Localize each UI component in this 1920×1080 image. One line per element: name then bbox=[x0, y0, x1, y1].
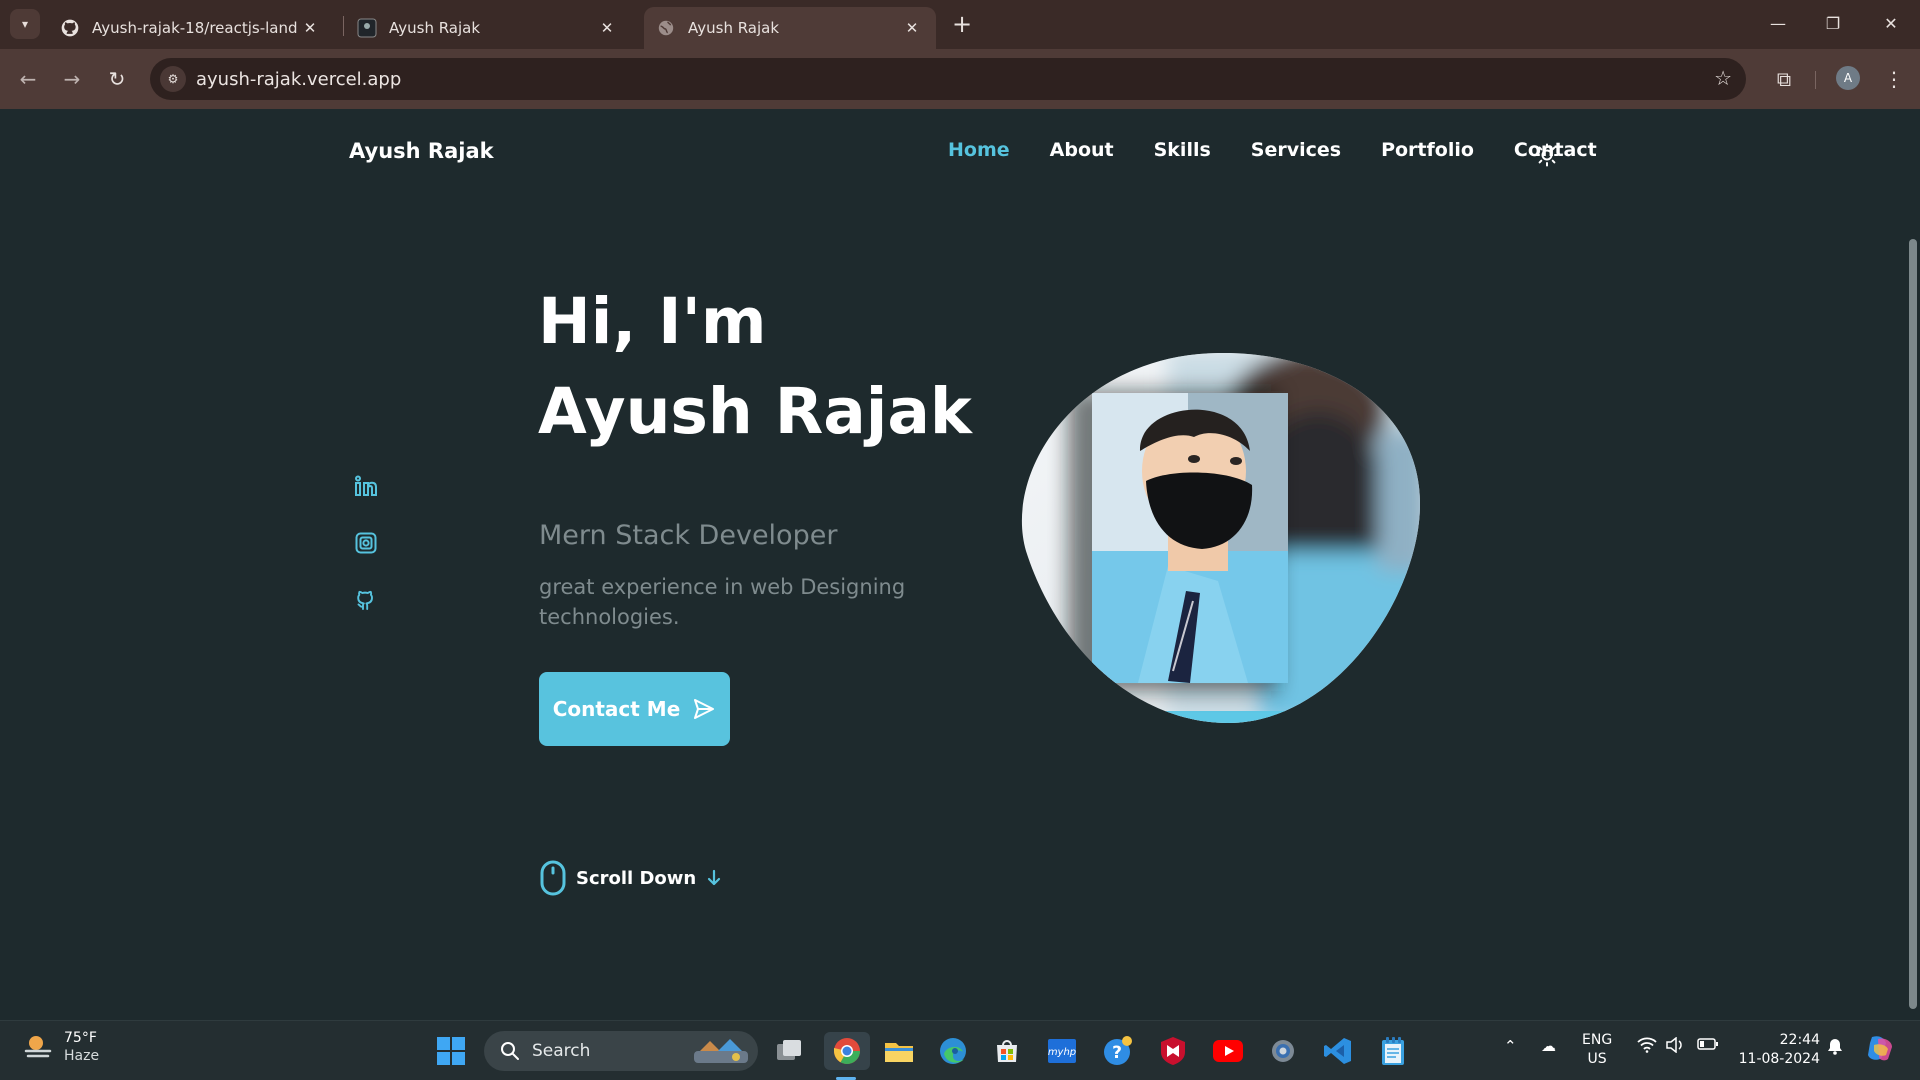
scroll-down-label: Scroll Down bbox=[576, 867, 697, 889]
clock-date: 11-08-2024 bbox=[1738, 1051, 1820, 1067]
tab-search-dropdown-icon[interactable]: ▾ bbox=[10, 9, 40, 39]
tab-title: Ayush Rajak bbox=[688, 19, 780, 37]
mcafee-icon[interactable] bbox=[1154, 1032, 1192, 1070]
tab-github-repo[interactable]: Ayush-rajak-18/reactjs-landing ✕ bbox=[48, 7, 334, 49]
contact-me-label: Contact Me bbox=[552, 697, 681, 721]
nav-home[interactable]: Home bbox=[948, 139, 1010, 161]
notepad-icon[interactable] bbox=[1374, 1032, 1412, 1070]
toolbar-divider bbox=[1815, 71, 1816, 89]
profile-photo-blob bbox=[1021, 352, 1420, 723]
vscode-icon[interactable] bbox=[1319, 1032, 1357, 1070]
site-settings-icon[interactable]: ⚙ bbox=[160, 66, 186, 92]
svg-text:?: ? bbox=[1112, 1043, 1122, 1063]
profile-avatar[interactable]: A bbox=[1836, 66, 1860, 90]
system-clock[interactable]: 22:44 11-08-2024 bbox=[1734, 1031, 1820, 1069]
site-logo[interactable]: Ayush Rajak bbox=[349, 139, 494, 163]
reload-icon[interactable]: ↻ bbox=[101, 63, 133, 95]
search-label: Search bbox=[532, 1041, 591, 1061]
menu-kebab-icon[interactable]: ⋮ bbox=[1880, 63, 1908, 95]
bookmark-star-icon[interactable]: ☆ bbox=[1714, 66, 1732, 90]
tab-ayush-rajak-1[interactable]: Ayush Rajak ✕ bbox=[345, 7, 631, 49]
new-tab-plus-icon[interactable]: + bbox=[947, 9, 977, 39]
myhp-icon[interactable]: myhp bbox=[1043, 1032, 1081, 1070]
linkedin-icon[interactable] bbox=[354, 474, 378, 498]
notification-bell-icon[interactable] bbox=[1826, 1037, 1844, 1059]
url-text[interactable]: ayush-rajak.vercel.app bbox=[196, 69, 401, 90]
close-window-icon[interactable]: ✕ bbox=[1871, 9, 1911, 39]
scrollbar-thumb[interactable] bbox=[1909, 239, 1917, 1009]
tab-close-icon[interactable]: ✕ bbox=[900, 19, 924, 37]
language-indicator[interactable]: ENG US bbox=[1582, 1031, 1612, 1069]
wifi-icon[interactable] bbox=[1637, 1037, 1657, 1057]
task-view-icon[interactable] bbox=[770, 1032, 808, 1070]
nav-portfolio[interactable]: Portfolio bbox=[1381, 139, 1474, 161]
language-code: ENG bbox=[1582, 1032, 1613, 1048]
social-links bbox=[354, 474, 378, 645]
back-arrow-icon[interactable]: ← bbox=[12, 63, 44, 95]
github-icon bbox=[60, 18, 80, 38]
webpage-viewport: Ayush Rajak Home About Skills Services P… bbox=[0, 109, 1906, 1020]
instagram-icon[interactable] bbox=[354, 531, 378, 555]
chrome-taskbar-icon[interactable] bbox=[824, 1032, 870, 1070]
weather-temperature: 75°F bbox=[64, 1030, 97, 1046]
youtube-icon[interactable] bbox=[1209, 1032, 1247, 1070]
file-explorer-icon[interactable] bbox=[880, 1032, 918, 1070]
tab-divider bbox=[343, 16, 344, 36]
weather-widget[interactable]: 75°F Haze bbox=[22, 1029, 99, 1065]
tab-close-icon[interactable]: ✕ bbox=[298, 19, 322, 37]
battery-icon[interactable] bbox=[1697, 1037, 1719, 1055]
region-code: US bbox=[1587, 1051, 1607, 1067]
restore-icon[interactable]: ❐ bbox=[1813, 9, 1853, 39]
copilot-icon[interactable] bbox=[1864, 1033, 1896, 1067]
search-icon bbox=[501, 1042, 519, 1060]
nav-about[interactable]: About bbox=[1050, 139, 1114, 161]
get-help-icon[interactable]: ? bbox=[1099, 1032, 1137, 1070]
tab-ayush-rajak-active[interactable]: Ayush Rajak ✕ bbox=[644, 7, 936, 49]
browser-toolbar: ← → ↻ ⚙ ayush-rajak.vercel.app ☆ ⧉ ⋮ bbox=[0, 49, 1920, 109]
show-hidden-icons-chevron-icon[interactable]: ⌃ bbox=[1504, 1037, 1517, 1055]
arrow-down-icon bbox=[708, 869, 721, 886]
hero-description: great experience in web Designing techno… bbox=[539, 575, 906, 629]
mouse-icon bbox=[540, 860, 566, 896]
send-icon bbox=[694, 699, 715, 719]
tab-title: Ayush Rajak bbox=[389, 19, 481, 37]
hero-heading: Hi, I'm Ayush Rajak bbox=[538, 285, 972, 448]
extensions-puzzle-icon[interactable]: ⧉ bbox=[1768, 63, 1800, 95]
contact-me-button[interactable]: Contact Me bbox=[539, 672, 730, 746]
svg-text:myhp: myhp bbox=[1048, 1047, 1076, 1058]
tab-strip: ▾ Ayush-rajak-18/reactjs-landing ✕ Ayush… bbox=[0, 0, 1920, 49]
microsoft-store-icon[interactable] bbox=[988, 1032, 1026, 1070]
weather-condition: Haze bbox=[64, 1048, 100, 1064]
hero-subtitle: Mern Stack Developer bbox=[539, 520, 838, 551]
forward-arrow-icon[interactable]: → bbox=[56, 63, 88, 95]
github-icon[interactable] bbox=[354, 588, 378, 612]
globe-icon bbox=[656, 18, 676, 38]
nav-skills[interactable]: Skills bbox=[1154, 139, 1211, 161]
sun-icon[interactable] bbox=[1535, 143, 1559, 167]
search-highlight-icon bbox=[694, 1039, 748, 1063]
site-nav: Home About Skills Services Portfolio Con… bbox=[948, 139, 1637, 161]
tab-close-icon[interactable]: ✕ bbox=[595, 19, 619, 37]
onedrive-cloud-icon[interactable]: ☁ bbox=[1541, 1037, 1556, 1055]
scroll-down-link[interactable]: Scroll Down bbox=[540, 860, 722, 896]
windows-taskbar: 75°F Haze Search myhp ? ⌃ ☁ ENG US 22:44… bbox=[0, 1020, 1920, 1080]
address-bar[interactable]: ⚙ ayush-rajak.vercel.app ☆ bbox=[150, 58, 1746, 100]
minimize-icon[interactable]: — bbox=[1758, 9, 1798, 39]
tab-title: Ayush-rajak-18/reactjs-landing bbox=[92, 19, 298, 37]
edge-icon[interactable] bbox=[934, 1032, 972, 1070]
windows-start-icon[interactable] bbox=[432, 1032, 470, 1070]
nav-services[interactable]: Services bbox=[1251, 139, 1341, 161]
haze-weather-icon bbox=[24, 1036, 52, 1058]
settings-gear-icon[interactable] bbox=[1264, 1032, 1302, 1070]
clock-time: 22:44 bbox=[1779, 1032, 1820, 1048]
taskbar-search[interactable]: Search bbox=[484, 1031, 758, 1071]
page-scrollbar[interactable] bbox=[1906, 109, 1920, 1020]
site-icon bbox=[357, 18, 377, 38]
volume-icon[interactable] bbox=[1666, 1036, 1684, 1057]
